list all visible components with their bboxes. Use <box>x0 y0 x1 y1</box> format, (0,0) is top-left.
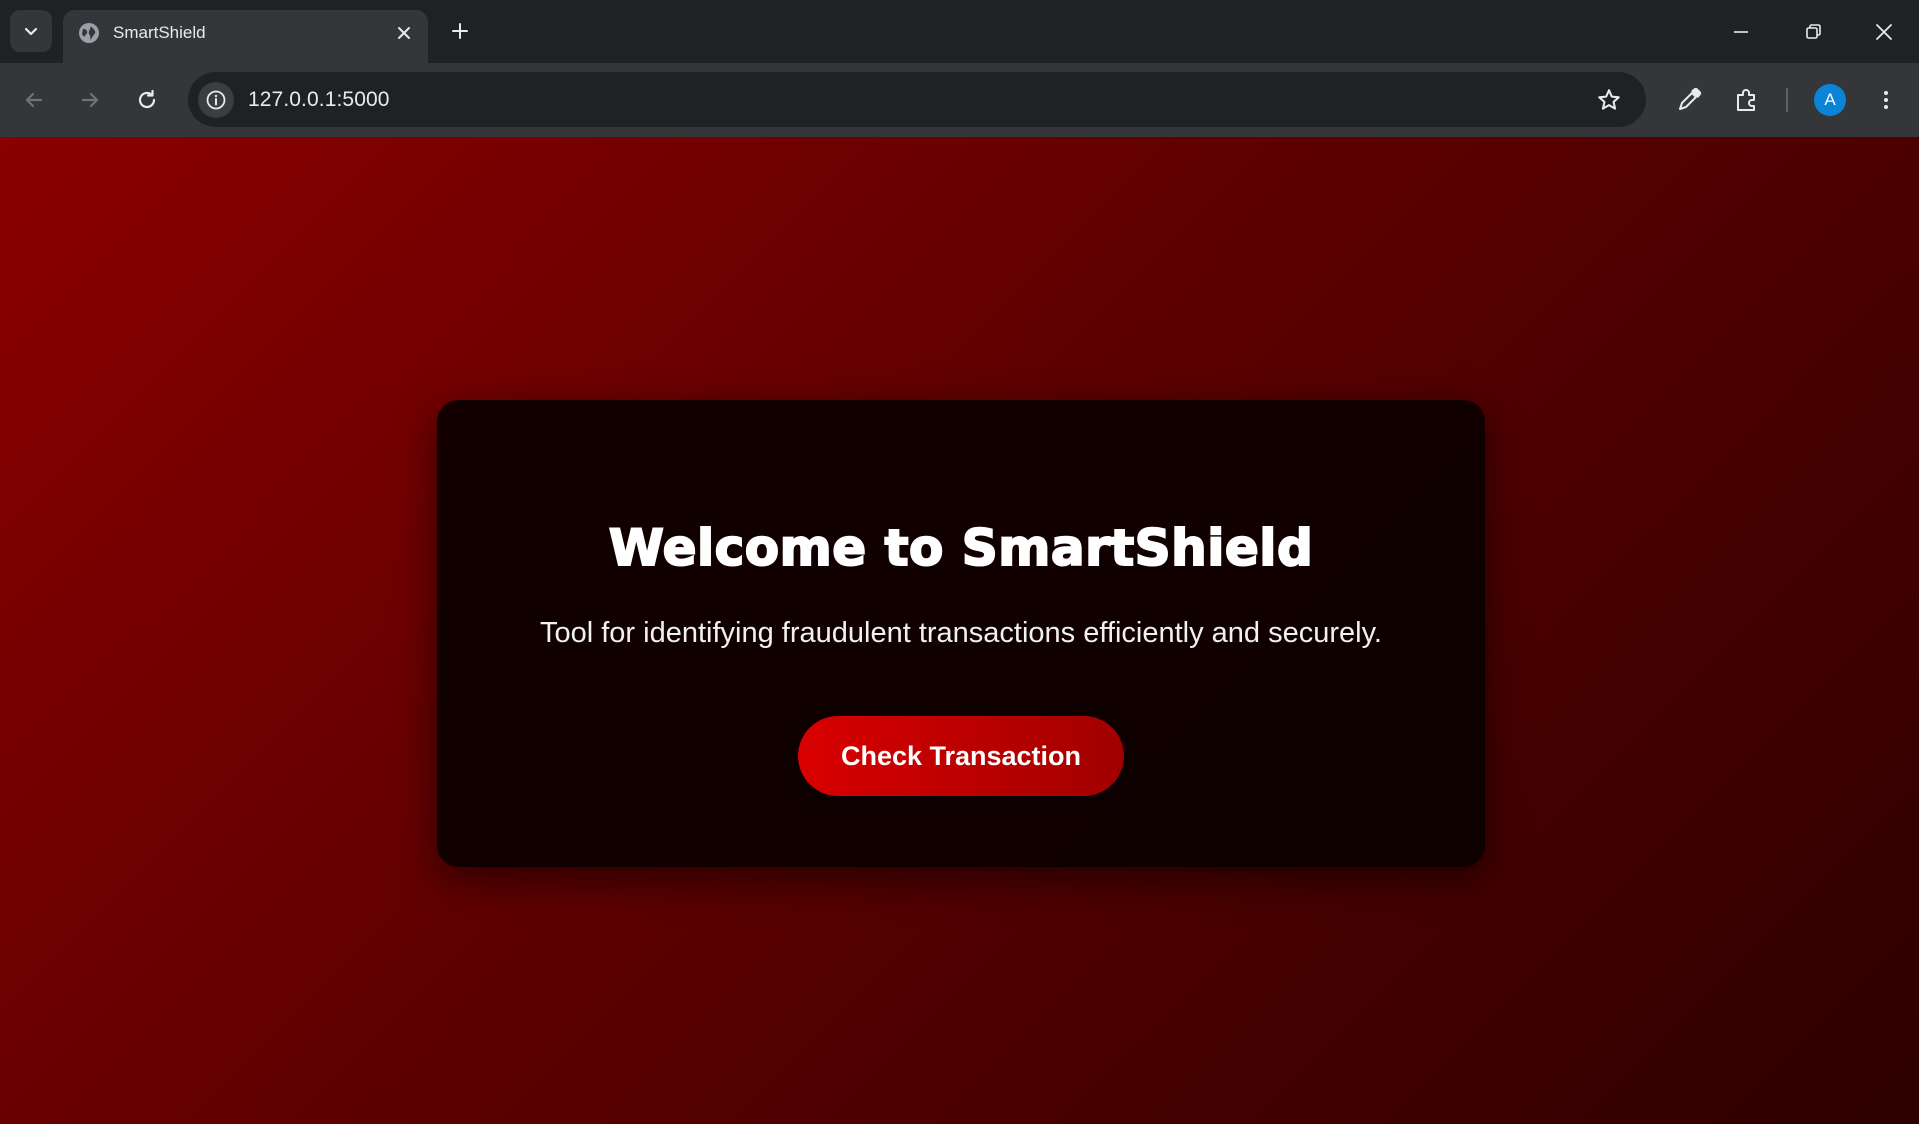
tab-search-button[interactable] <box>10 10 52 52</box>
restore-icon <box>1806 23 1821 39</box>
profile-initial: A <box>1824 90 1836 109</box>
toolbar-divider <box>1786 88 1788 112</box>
arrow-right-icon <box>81 92 99 108</box>
globe-icon <box>79 23 99 43</box>
browser-titlebar: SmartShield <box>0 0 1919 63</box>
browser-toolbar: 127.0.0.1:5000 A <box>0 63 1919 137</box>
back-button[interactable] <box>14 80 54 120</box>
page-title: Welcome to SmartShield <box>608 518 1314 578</box>
site-info-button[interactable] <box>198 82 234 118</box>
info-icon <box>206 90 226 110</box>
close-window-button[interactable] <box>1849 0 1919 63</box>
tab-title: SmartShield <box>113 23 206 42</box>
minimize-button[interactable] <box>1706 0 1776 63</box>
eyedropper-icon <box>1679 87 1702 110</box>
plus-icon <box>452 23 468 39</box>
browser-menu-button[interactable] <box>1866 80 1906 120</box>
forward-button[interactable] <box>70 80 110 120</box>
reload-icon <box>138 89 156 109</box>
profile-avatar[interactable]: A <box>1814 84 1846 116</box>
restore-button[interactable] <box>1778 0 1848 63</box>
page-subtitle: Tool for identifying fraudulent transact… <box>539 617 1382 649</box>
extensions-button[interactable] <box>1727 80 1767 120</box>
arrow-left-icon <box>25 92 43 108</box>
reload-button[interactable] <box>127 80 167 120</box>
page-viewport: Welcome to SmartShield Tool for identify… <box>0 137 1919 1124</box>
url-text[interactable]: 127.0.0.1:5000 <box>248 87 390 113</box>
address-bar[interactable]: 127.0.0.1:5000 <box>188 72 1646 127</box>
bookmark-button[interactable] <box>1594 85 1624 115</box>
puzzle-icon <box>1737 89 1755 111</box>
close-icon <box>398 27 410 39</box>
new-tab-button[interactable] <box>444 15 476 47</box>
tab-close-button[interactable] <box>392 21 416 45</box>
minimize-icon <box>1734 30 1748 33</box>
check-transaction-button[interactable]: Check Transaction <box>798 716 1124 796</box>
browser-tab[interactable]: SmartShield <box>63 10 428 63</box>
chevron-down-icon <box>24 27 38 36</box>
star-icon <box>1598 89 1620 110</box>
welcome-card: Welcome to SmartShield Tool for identify… <box>437 400 1485 867</box>
close-icon <box>1876 23 1892 40</box>
eyedropper-extension-button[interactable] <box>1669 80 1709 120</box>
more-vertical-icon <box>1884 91 1888 109</box>
